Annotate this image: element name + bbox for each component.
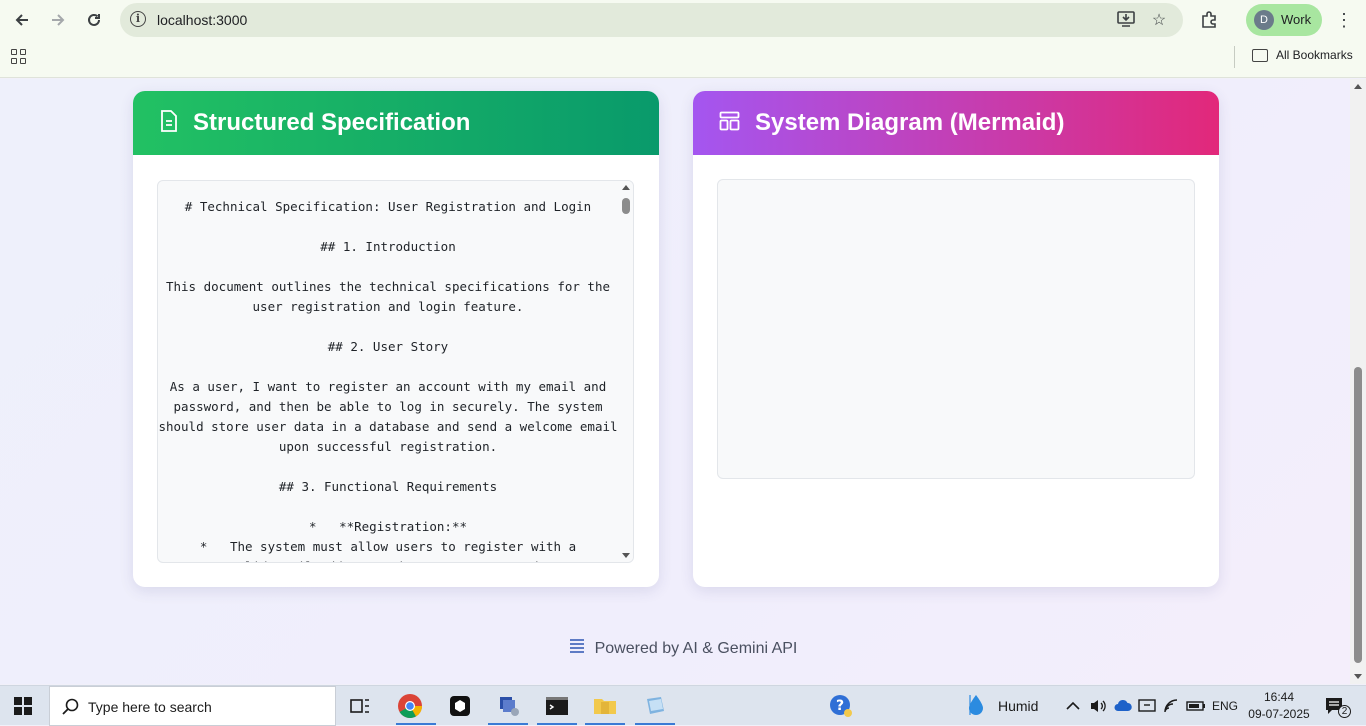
profile-name: Work <box>1281 12 1312 27</box>
search-placeholder: Type here to search <box>88 699 212 715</box>
display-icon[interactable] <box>1138 686 1156 726</box>
diagram-card-title: System Diagram (Mermaid) <box>755 109 1065 136</box>
notification-count-badge: 2 <box>1338 704 1351 718</box>
page-content: Structured Specification # Technical Spe… <box>0 79 1350 684</box>
time-text: 16:44 <box>1263 690 1295 704</box>
extensions-icon[interactable] <box>1197 8 1221 32</box>
kebab-menu-icon[interactable]: ⋮ <box>1332 8 1356 32</box>
scroll-down-arrow-icon[interactable] <box>622 553 630 558</box>
task-view-icon[interactable] <box>345 692 375 720</box>
all-bookmarks-label: All Bookmarks <box>1276 48 1353 62</box>
onedrive-icon[interactable] <box>1114 686 1132 726</box>
url-text: localhost:3000 <box>157 12 248 28</box>
taskbar-search-box[interactable]: Type here to search <box>49 686 336 726</box>
language-indicator[interactable]: ENG <box>1212 686 1238 726</box>
windows-start-icon[interactable] <box>14 697 32 715</box>
reload-icon[interactable] <box>82 8 106 32</box>
document-icon <box>159 109 179 137</box>
notifications-icon[interactable]: 2 <box>1324 686 1359 726</box>
diagram-container <box>717 179 1195 479</box>
apps-grid-icon[interactable] <box>11 49 27 65</box>
layout-icon <box>719 111 741 136</box>
diagram-card: System Diagram (Mermaid) <box>693 91 1219 587</box>
volume-icon[interactable] <box>1089 686 1107 726</box>
clock[interactable]: 16:44 09-07-2025 <box>1248 689 1310 723</box>
network-app-icon[interactable] <box>494 692 524 720</box>
spec-scrollbar[interactable] <box>619 181 633 562</box>
wifi-icon[interactable] <box>1163 686 1181 726</box>
spec-card-title: Structured Specification <box>193 109 471 136</box>
spec-card-header: Structured Specification <box>133 91 659 155</box>
svg-text:?: ? <box>836 698 844 714</box>
address-bar[interactable]: i localhost:3000 ☆ <box>120 3 1183 37</box>
search-icon <box>62 698 79 720</box>
app-box-icon[interactable] <box>445 692 475 720</box>
page-scroll-up-icon[interactable] <box>1354 84 1362 89</box>
chevron-up-icon[interactable] <box>1066 686 1080 726</box>
site-info-icon[interactable]: i <box>130 11 146 27</box>
spec-card: Structured Specification # Technical Spe… <box>133 91 659 587</box>
water-drop-icon <box>966 693 986 720</box>
install-app-icon[interactable] <box>1116 11 1136 31</box>
scroll-up-arrow-icon[interactable] <box>622 185 630 190</box>
notepad-app-icon[interactable] <box>640 692 670 720</box>
footer: Powered by AI & Gemini API <box>0 638 1350 659</box>
weather-widget[interactable]: Humid <box>966 686 1038 726</box>
file-explorer-icon[interactable] <box>590 692 620 720</box>
chrome-icon[interactable] <box>395 692 425 720</box>
weather-text: Humid <box>998 698 1039 714</box>
forward-icon[interactable] <box>46 8 70 32</box>
spec-scroll-thumb[interactable] <box>622 198 630 214</box>
spec-content: # Technical Specification: User Registra… <box>158 199 618 562</box>
page-scroll-thumb[interactable] <box>1354 367 1362 663</box>
profile-button[interactable]: D Work <box>1246 4 1322 36</box>
list-icon <box>569 638 585 659</box>
bookmark-star-icon[interactable]: ☆ <box>1149 11 1169 31</box>
bookmarks-divider <box>1234 46 1235 68</box>
back-icon[interactable] <box>10 8 34 32</box>
page-scroll-down-icon[interactable] <box>1354 674 1362 679</box>
terminal-icon[interactable] <box>542 692 572 720</box>
windows-taskbar: Type here to search ? Humid ENG 16:44 09… <box>0 685 1366 726</box>
browser-toolbar: i localhost:3000 ☆ D Work ⋮ All Bookmark… <box>0 0 1366 78</box>
spec-content-box[interactable]: # Technical Specification: User Registra… <box>157 180 634 563</box>
battery-icon[interactable] <box>1186 686 1206 726</box>
folder-icon <box>1252 48 1268 62</box>
diagram-card-header: System Diagram (Mermaid) <box>693 91 1219 155</box>
page-scrollbar[interactable] <box>1350 79 1366 684</box>
all-bookmarks-button[interactable]: All Bookmarks <box>1252 48 1353 62</box>
date-text: 09-07-2025 <box>1248 707 1310 721</box>
footer-text: Powered by AI & Gemini API <box>594 639 798 657</box>
help-icon[interactable]: ? <box>826 692 856 720</box>
avatar: D <box>1254 10 1274 30</box>
